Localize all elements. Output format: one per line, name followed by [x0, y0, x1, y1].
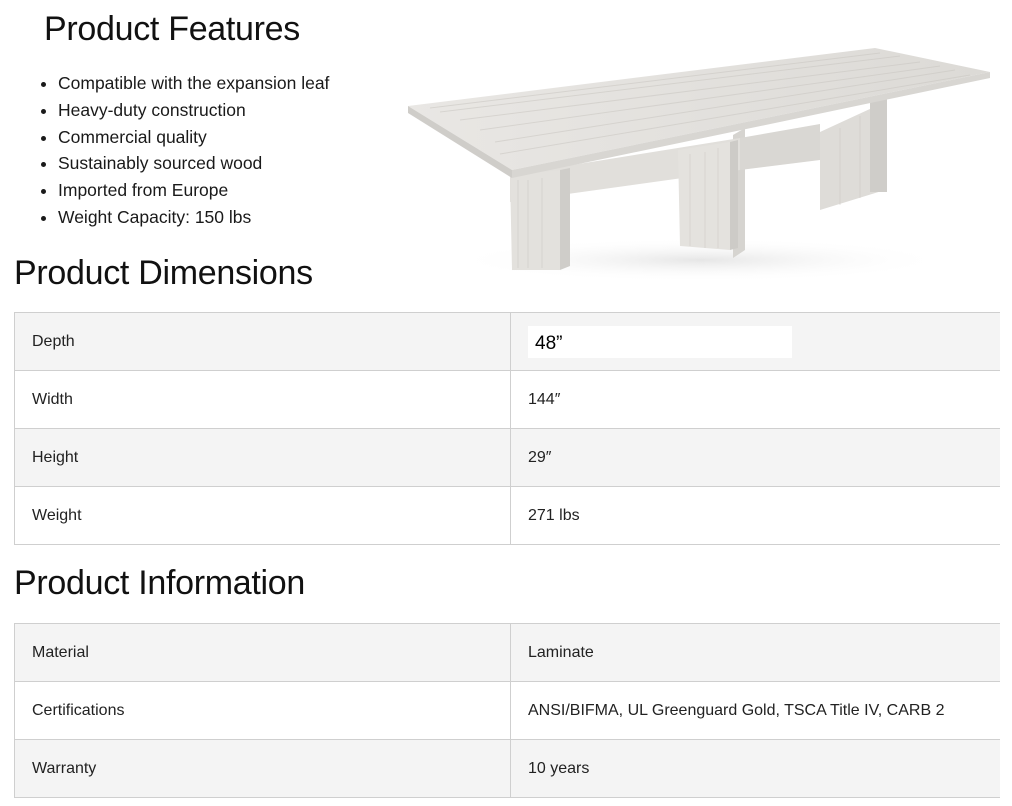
row-value: 10 years	[510, 739, 1000, 798]
row-label: Height	[14, 428, 511, 487]
row-label: Width	[14, 370, 511, 429]
row-value: 271 lbs	[510, 486, 1000, 545]
table-row: Weight 271 lbs	[14, 486, 1000, 545]
row-value: Laminate	[510, 623, 1000, 682]
information-table: Material Laminate Certifications ANSI/BI…	[14, 623, 1000, 798]
feature-item: Commercial quality	[58, 124, 329, 151]
row-value: 48”	[535, 332, 563, 354]
table-row: Certifications ANSI/BIFMA, UL Greenguard…	[14, 681, 1000, 740]
features-list: Compatible with the expansion leaf Heavy…	[38, 70, 329, 231]
table-row: Height 29″	[14, 428, 1000, 487]
table-row: Width 144″	[14, 370, 1000, 429]
table-row: Material Laminate	[14, 623, 1000, 682]
row-label: Depth	[14, 312, 511, 371]
features-heading: Product Features	[44, 10, 300, 48]
dimensions-table: Depth 48” Width 144″ Height 29″ Weight 2…	[14, 312, 1000, 545]
row-label: Weight	[14, 486, 511, 545]
row-value: 29″	[510, 428, 1000, 487]
row-label: Certifications	[14, 681, 511, 740]
table-row: Warranty 10 years	[14, 739, 1000, 798]
row-value: 144″	[510, 370, 1000, 429]
row-value-cell: 48”	[510, 312, 1000, 371]
table-row: Depth 48”	[14, 312, 1000, 371]
information-heading: Product Information	[14, 564, 306, 602]
feature-item: Sustainably sourced wood	[58, 150, 329, 177]
feature-item: Compatible with the expansion leaf	[58, 70, 329, 97]
feature-item: Heavy-duty construction	[58, 97, 329, 124]
dimensions-heading: Product Dimensions	[14, 254, 313, 292]
row-value: ANSI/BIFMA, UL Greenguard Gold, TSCA Tit…	[510, 681, 1000, 740]
conference-table-image	[408, 48, 990, 282]
feature-item: Weight Capacity: 150 lbs	[58, 204, 329, 231]
value-patch: 48”	[528, 325, 793, 358]
row-label: Material	[14, 623, 511, 682]
row-label: Warranty	[14, 739, 511, 798]
feature-item: Imported from Europe	[58, 177, 329, 204]
